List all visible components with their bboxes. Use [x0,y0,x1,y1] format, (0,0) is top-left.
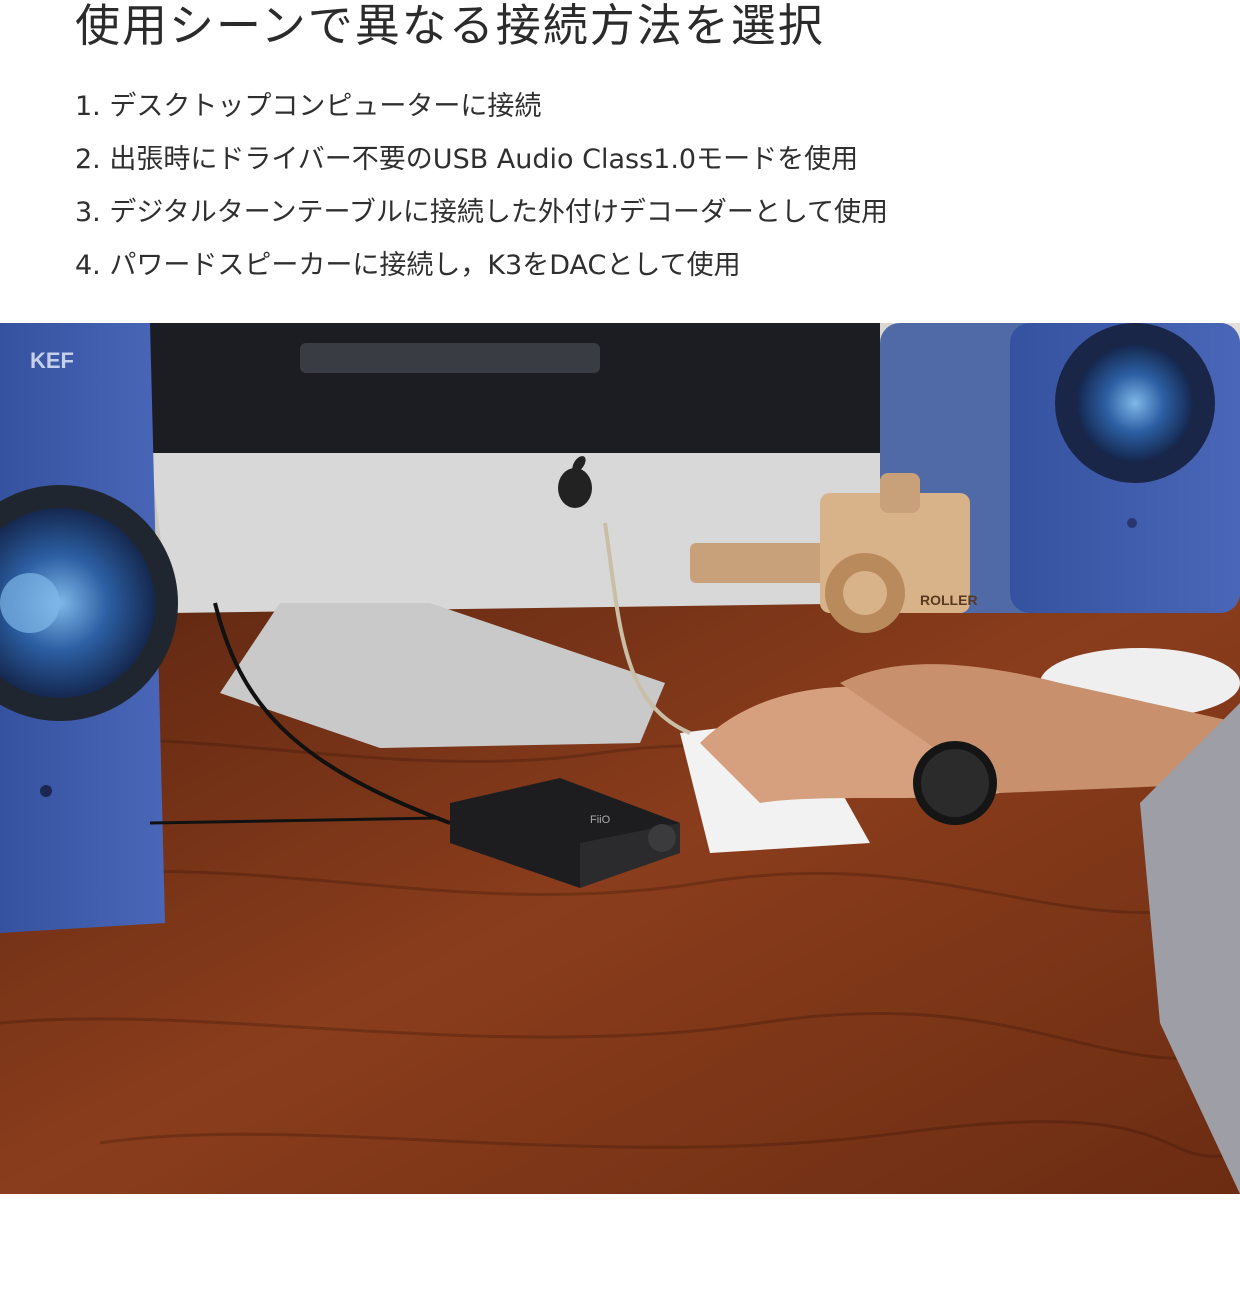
page-title: 使用シーンで異なる接続方法を選択 [75,0,825,52]
speaker-brand-logo: KEF [30,348,74,373]
svg-text:ROLLER: ROLLER [920,592,978,608]
list-item: 4. パワードスピーカーに接続し，K3をDACとして使用 [75,250,741,281]
list-item: 3. デジタルターンテーブルに接続した外付けデコーダーとして使用 [75,197,889,228]
product-usage-photo: KEF ROLLER FiiO [0,323,1240,1194]
watch [913,741,997,825]
list-item: 2. 出張時にドライバー不要のUSB Audio Class1.0モードを使用 [75,144,859,175]
connection-method-list: 1. デスクトップコンピューターに接続 2. 出張時にドライバー不要のUSB A… [75,80,888,292]
svg-text:FiiO: FiiO [590,814,611,826]
photo-illustration: KEF ROLLER FiiO [0,323,1240,1194]
monitor-screen [150,323,880,453]
monitor-chin [150,453,895,613]
list-item: 1. デスクトップコンピューターに接続 [75,91,542,122]
